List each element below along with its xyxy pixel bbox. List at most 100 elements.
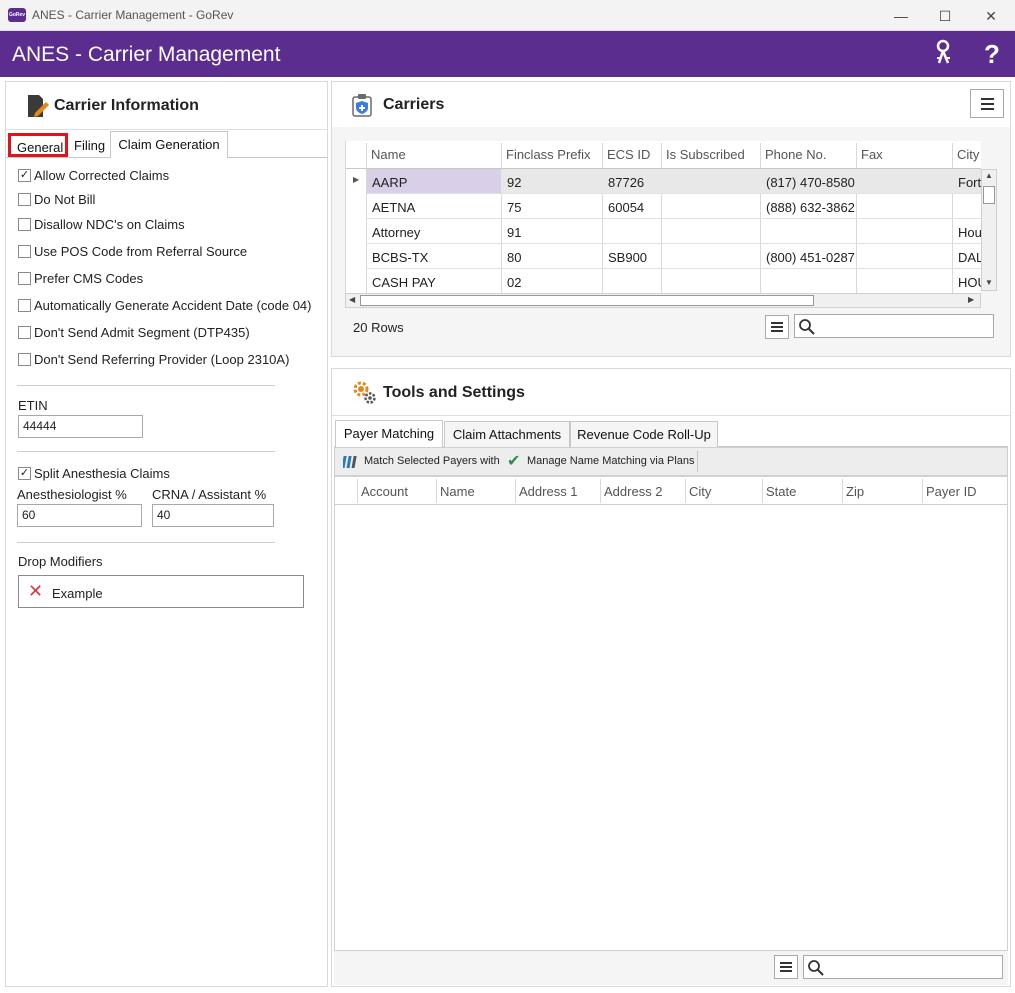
carriers-column-header[interactable]: ECS ID [607, 147, 650, 162]
table-cell: (800) 451-0287 [766, 250, 855, 265]
split-anesthesia-label: Split Anesthesia Claims [34, 466, 170, 481]
remove-icon[interactable]: ✕ [28, 582, 44, 600]
menu-icon-line [981, 98, 994, 100]
column-separator [515, 479, 516, 503]
carriers-horizontal-scrollbar[interactable]: ◀ ▶ [345, 293, 981, 308]
anesthesiologist-percent-input[interactable]: 60 [17, 504, 142, 527]
payer-column-header[interactable]: Account [361, 484, 408, 499]
section-divider [17, 385, 275, 386]
gears-icon [351, 379, 377, 405]
scrollbar-thumb[interactable] [983, 186, 995, 204]
table-cell: Fort [958, 175, 981, 190]
carriers-column-header[interactable]: Is Subscribed [666, 147, 745, 162]
table-cell: SB900 [608, 250, 648, 265]
maximize-button[interactable]: ☐ [922, 2, 968, 30]
carriers-menu-button[interactable] [970, 89, 1004, 118]
menu-icon-line [780, 970, 792, 972]
table-cell: DAL [958, 250, 981, 265]
carriers-search-input[interactable] [794, 314, 994, 338]
carriers-grid: Name Finclass Prefix ECS ID Is Subscribed Ph… [345, 141, 981, 294]
carriers-list-menu-button[interactable] [765, 315, 789, 339]
table-cell: (888) 632-3862 [766, 200, 855, 215]
option-checkbox[interactable] [18, 218, 31, 231]
panel-header-divider [6, 129, 327, 130]
payer-column-header[interactable]: Name [440, 484, 475, 499]
close-window-button[interactable]: ✕ [968, 2, 1014, 30]
option-checkbox[interactable] [18, 326, 31, 339]
column-separator [685, 479, 686, 503]
table-cell: 02 [507, 275, 522, 290]
keys-icon[interactable] [931, 39, 961, 69]
manage-name-matching-button[interactable]: ✔ Manage Name Matching via Plans [504, 451, 695, 472]
option-checkbox[interactable] [18, 299, 31, 312]
crna-percent-input[interactable]: 40 [152, 504, 274, 527]
payer-list-menu-button[interactable] [774, 955, 798, 979]
option-checkbox[interactable] [18, 272, 31, 285]
drop-modifiers-list[interactable]: ✕ Example [18, 575, 304, 608]
carriers-vertical-scrollbar[interactable]: ▲ ▼ [981, 169, 997, 291]
carriers-column-header[interactable]: Name [371, 147, 406, 162]
payer-matching-grid: Account Name Address 1 Address 2 City State Zi… [334, 476, 1008, 951]
scroll-left-icon[interactable]: ◀ [349, 295, 355, 304]
payer-search-input[interactable] [803, 955, 1003, 979]
carrier-information-title: Carrier Information [54, 97, 199, 114]
toolbar-separator [697, 451, 698, 472]
carriers-column-header[interactable]: Fax [861, 147, 883, 162]
scrollbar-thumb[interactable] [360, 295, 814, 306]
column-separator [600, 479, 601, 503]
option-checkbox[interactable] [18, 245, 31, 258]
option-label: Disallow NDC's on Claims [34, 217, 185, 232]
option-label: Prefer CMS Codes [34, 271, 144, 286]
table-cell: 87726 [608, 175, 645, 190]
tab-payer-matching[interactable]: Payer Matching [335, 420, 443, 447]
column-separator [762, 479, 763, 503]
tab-revenue-code-roll-up[interactable]: Revenue Code Roll-Up [570, 421, 718, 447]
carriers-column-header[interactable]: Phone No. [765, 147, 826, 162]
payer-column-header[interactable]: City [689, 484, 711, 499]
etin-input[interactable]: 44444 [18, 415, 143, 438]
edit-document-icon [26, 93, 50, 119]
row-indicator-icon: ▶ [353, 175, 360, 184]
tab-filing[interactable]: Filing [68, 133, 110, 159]
carriers-column-header[interactable]: City [957, 147, 979, 162]
payer-column-header[interactable]: State [766, 484, 796, 499]
app-logo-icon: GoRev [8, 8, 26, 22]
option-label: Don't Send Admit Segment (DTP435) [34, 325, 250, 340]
panel-header-divider [332, 415, 1010, 416]
payer-column-header[interactable]: Address 2 [604, 484, 663, 499]
tab-general[interactable]: General [8, 133, 68, 157]
payer-column-header[interactable]: Zip [846, 484, 864, 499]
table-cell: AETNA [372, 200, 416, 215]
drop-modifiers-label: Drop Modifiers [18, 554, 103, 569]
carriers-row-count: 20 Rows [353, 320, 404, 335]
option-checkbox[interactable] [18, 193, 31, 206]
window-title: ANES - Carrier Management - GoRev [32, 8, 234, 22]
scroll-right-icon[interactable]: ▶ [968, 295, 974, 304]
split-anesthesia-checkbox[interactable]: ✓ [18, 467, 31, 480]
payer-column-header[interactable]: Address 1 [519, 484, 578, 499]
column-separator [842, 479, 843, 503]
option-checkbox[interactable]: ✓ [18, 169, 31, 182]
option-label: Don't Send Referring Provider (Loop 2310… [34, 352, 290, 367]
carriers-column-header[interactable]: Finclass Prefix [506, 147, 591, 162]
table-cell: (817) 470-8580 [766, 175, 855, 190]
minimize-button[interactable]: — [878, 2, 924, 30]
table-cell: Attorney [372, 225, 421, 240]
option-checkbox[interactable] [18, 353, 31, 366]
column-separator [357, 479, 358, 503]
payer-matching-toolbar: Match Selected Payers with ✔ Manage Name… [334, 447, 1008, 476]
payer-column-header[interactable]: Payer ID [926, 484, 977, 499]
match-selected-payers-button[interactable]: Match Selected Payers with [338, 451, 500, 472]
drop-modifier-item: Example [52, 586, 103, 601]
tab-claim-attachments[interactable]: Claim Attachments [444, 421, 570, 447]
menu-icon-line [771, 330, 783, 332]
keys-icon-graphic [936, 39, 950, 64]
carriers-title: Carriers [383, 96, 445, 113]
help-button[interactable]: ? [977, 39, 1007, 69]
scroll-down-icon[interactable]: ▼ [985, 278, 993, 287]
scroll-up-icon[interactable]: ▲ [985, 171, 993, 180]
menu-icon-line [780, 966, 792, 968]
section-divider [17, 451, 275, 452]
anesthesiologist-percent-label: Anesthesiologist % [17, 487, 127, 502]
tab-claim-generation[interactable]: Claim Generation [110, 131, 228, 158]
